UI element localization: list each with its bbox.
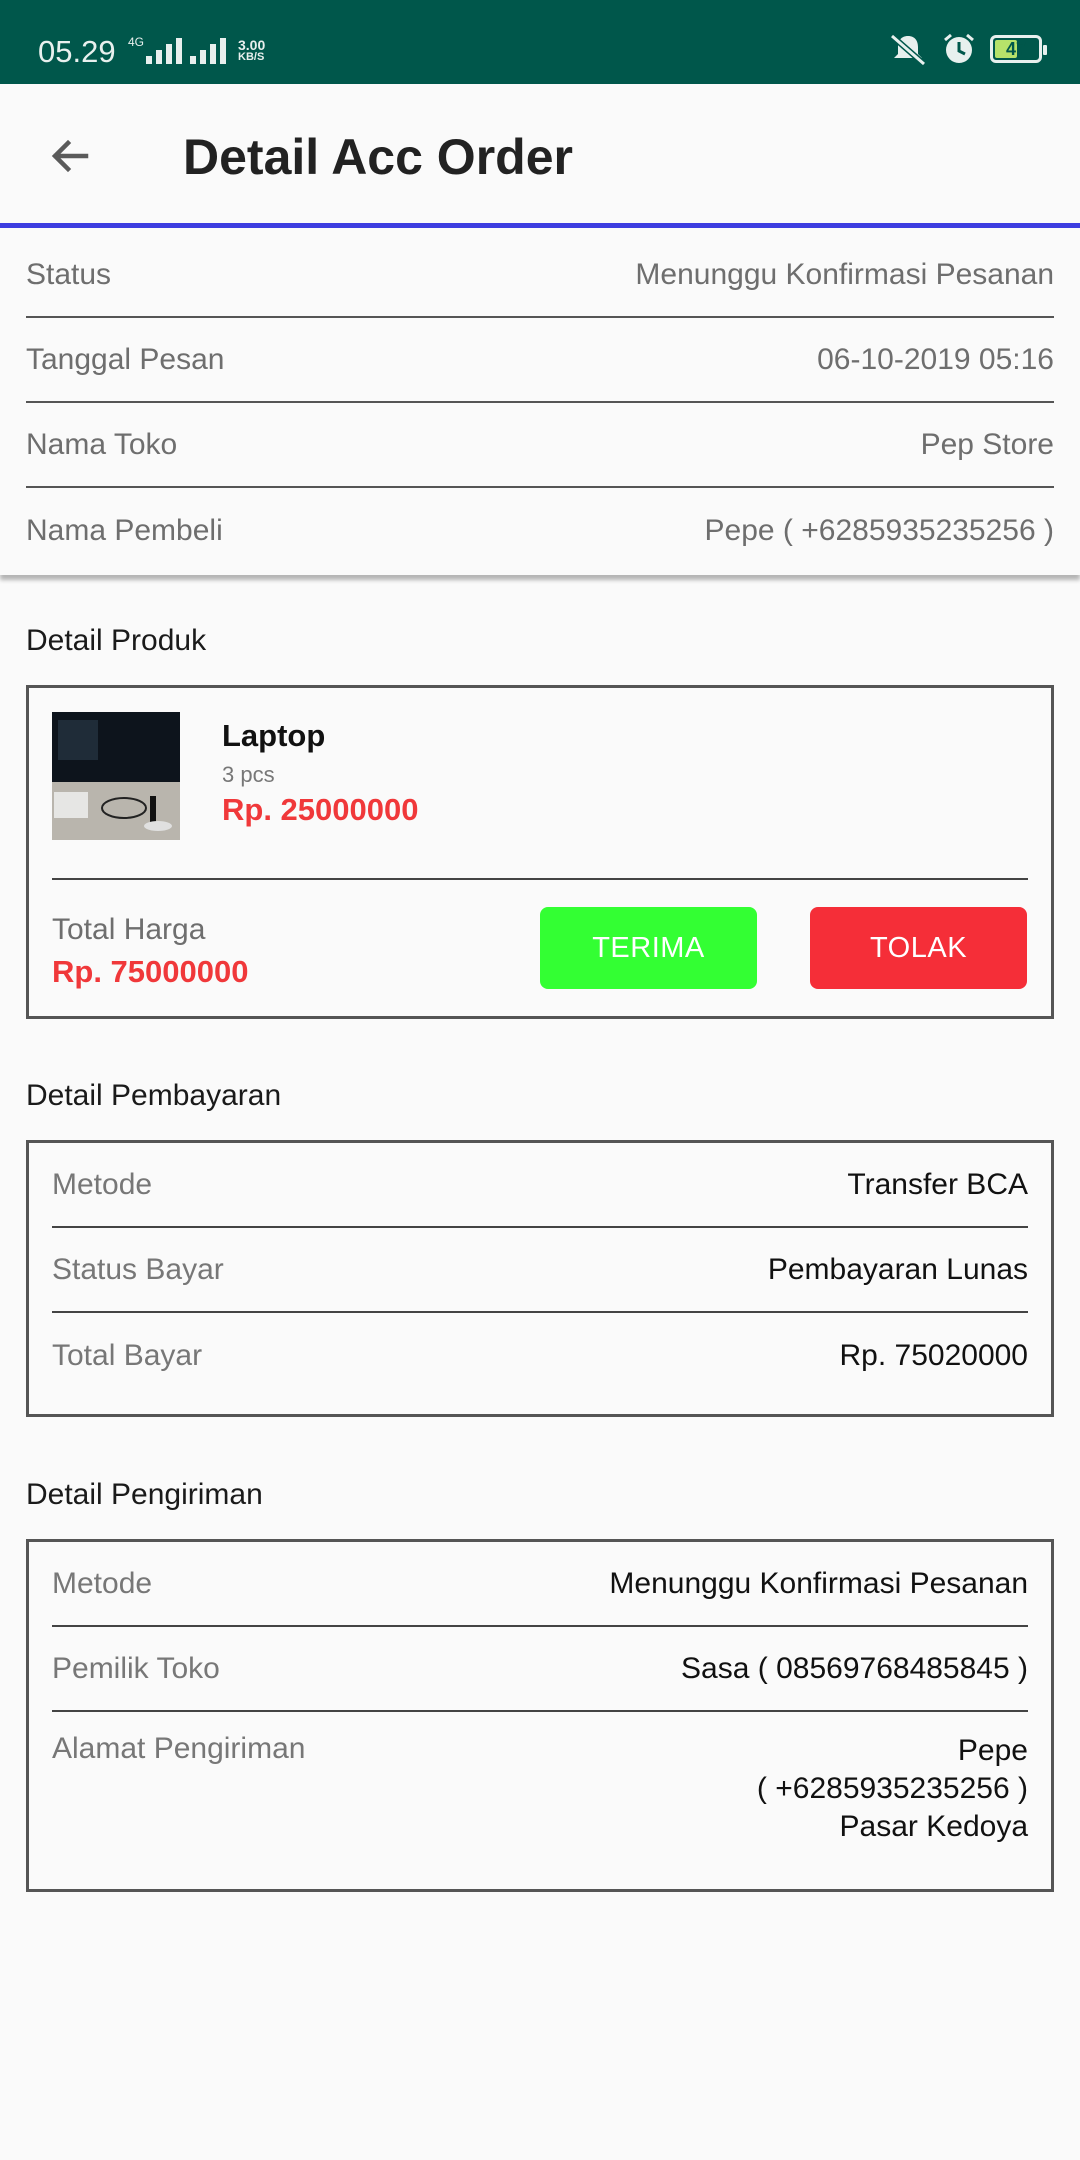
arrow-back-icon bbox=[51, 139, 89, 173]
status-time: 05.29 bbox=[38, 34, 116, 69]
shipping-address-row: Alamat Pengiriman Pepe ( +6285935235256 … bbox=[52, 1712, 1028, 1878]
payment-status-row: Status Bayar Pembayaran Lunas bbox=[52, 1228, 1028, 1313]
address-line-phone: ( +6285935235256 ) bbox=[756, 1772, 1028, 1805]
buyer-name-value: Pepe ( +6285935235256 ) bbox=[704, 513, 1054, 547]
order-status-value: Menunggu Konfirmasi Pesanan bbox=[635, 257, 1054, 291]
payment-method-label: Metode bbox=[52, 1167, 153, 1201]
status-icons: 47 bbox=[888, 32, 1047, 66]
back-button[interactable] bbox=[38, 124, 102, 188]
shipping-address-label: Alamat Pengiriman bbox=[52, 1732, 306, 1765]
store-name-row: Nama Toko Pep Store bbox=[26, 403, 1054, 488]
payment-section-title: Detail Pembayaran bbox=[26, 1079, 282, 1112]
total-price-label: Total Harga bbox=[52, 913, 206, 946]
store-owner-label: Pemilik Toko bbox=[52, 1651, 220, 1685]
page-title: Detail Acc Order bbox=[183, 129, 573, 185]
payment-total-label: Total Bayar bbox=[52, 1338, 203, 1372]
network-speed: 3.00 KB/S bbox=[238, 38, 265, 63]
buyer-name-row: Nama Pembeli Pepe ( +6285935235256 ) bbox=[26, 488, 1054, 573]
payment-method-value: Transfer BCA bbox=[847, 1167, 1028, 1201]
payment-status-value: Pembayaran Lunas bbox=[767, 1252, 1028, 1286]
divider bbox=[52, 878, 1028, 880]
product-name: Laptop bbox=[222, 718, 326, 753]
shipping-method-value: Menunggu Konfirmasi Pesanan bbox=[609, 1566, 1028, 1600]
payment-method-row: Metode Transfer BCA bbox=[52, 1143, 1028, 1228]
shipping-address-value: Pepe ( +6285935235256 ) Pasar Kedoya bbox=[757, 1732, 1028, 1846]
shipping-method-row: Metode Menunggu Konfirmasi Pesanan bbox=[52, 1542, 1028, 1627]
shipping-card: Metode Menunggu Konfirmasi Pesanan Pemil… bbox=[26, 1539, 1054, 1892]
payment-total-value: Rp. 75020000 bbox=[839, 1338, 1029, 1372]
battery-level: 47 bbox=[1005, 38, 1027, 59]
product-card: Laptop 3 pcs Rp. 25000000 Total Harga Rp… bbox=[26, 685, 1054, 1019]
order-date-value: 06-10-2019 05:16 bbox=[817, 342, 1054, 376]
product-image bbox=[52, 712, 180, 840]
status-bar: 05.29 4G 3.00 KB/S 47 bbox=[0, 0, 1080, 84]
alarm-icon bbox=[944, 33, 974, 63]
network-speed-value: 3.00 bbox=[238, 37, 266, 53]
store-name-label: Nama Toko bbox=[26, 427, 178, 461]
order-date-row: Tanggal Pesan 06-10-2019 05:16 bbox=[26, 318, 1054, 403]
network-speed-unit: KB/S bbox=[238, 51, 265, 63]
signal-strength-2-icon bbox=[190, 36, 226, 64]
shipping-section-title: Detail Pengiriman bbox=[26, 1478, 263, 1511]
payment-total-row: Total Bayar Rp. 75020000 bbox=[52, 1313, 1028, 1398]
payment-status-label: Status Bayar bbox=[52, 1252, 224, 1286]
address-line-name: Pepe bbox=[957, 1734, 1028, 1767]
signal-strength-icon bbox=[146, 36, 182, 64]
order-status-row: Status Menunggu Konfirmasi Pesanan bbox=[26, 233, 1054, 318]
payment-card: Metode Transfer BCA Status Bayar Pembaya… bbox=[26, 1140, 1054, 1417]
store-name-value: Pep Store bbox=[920, 427, 1054, 461]
buyer-name-label: Nama Pembeli bbox=[26, 513, 223, 547]
store-owner-row: Pemilik Toko Sasa ( 08569768485845 ) bbox=[52, 1627, 1028, 1712]
mute-icon bbox=[890, 33, 926, 66]
app-toolbar: Detail Acc Order bbox=[0, 84, 1080, 228]
order-date-label: Tanggal Pesan bbox=[26, 342, 225, 376]
accept-button[interactable]: TERIMA bbox=[540, 907, 757, 989]
battery-icon: 47 bbox=[990, 35, 1047, 63]
reject-button[interactable]: TOLAK bbox=[810, 907, 1027, 989]
product-price: Rp. 25000000 bbox=[222, 792, 419, 827]
product-section-title: Detail Produk bbox=[26, 624, 207, 657]
order-status-label: Status bbox=[26, 257, 112, 291]
total-price-value: Rp. 75000000 bbox=[52, 954, 249, 989]
address-line-street: Pasar Kedoya bbox=[839, 1810, 1028, 1843]
network-type-label: 4G bbox=[128, 35, 145, 49]
product-quantity: 3 pcs bbox=[222, 762, 275, 787]
store-owner-value: Sasa ( 08569768485845 ) bbox=[681, 1651, 1028, 1685]
order-info-card: Status Menunggu Konfirmasi Pesanan Tangg… bbox=[0, 233, 1080, 575]
shipping-method-label: Metode bbox=[52, 1566, 153, 1600]
